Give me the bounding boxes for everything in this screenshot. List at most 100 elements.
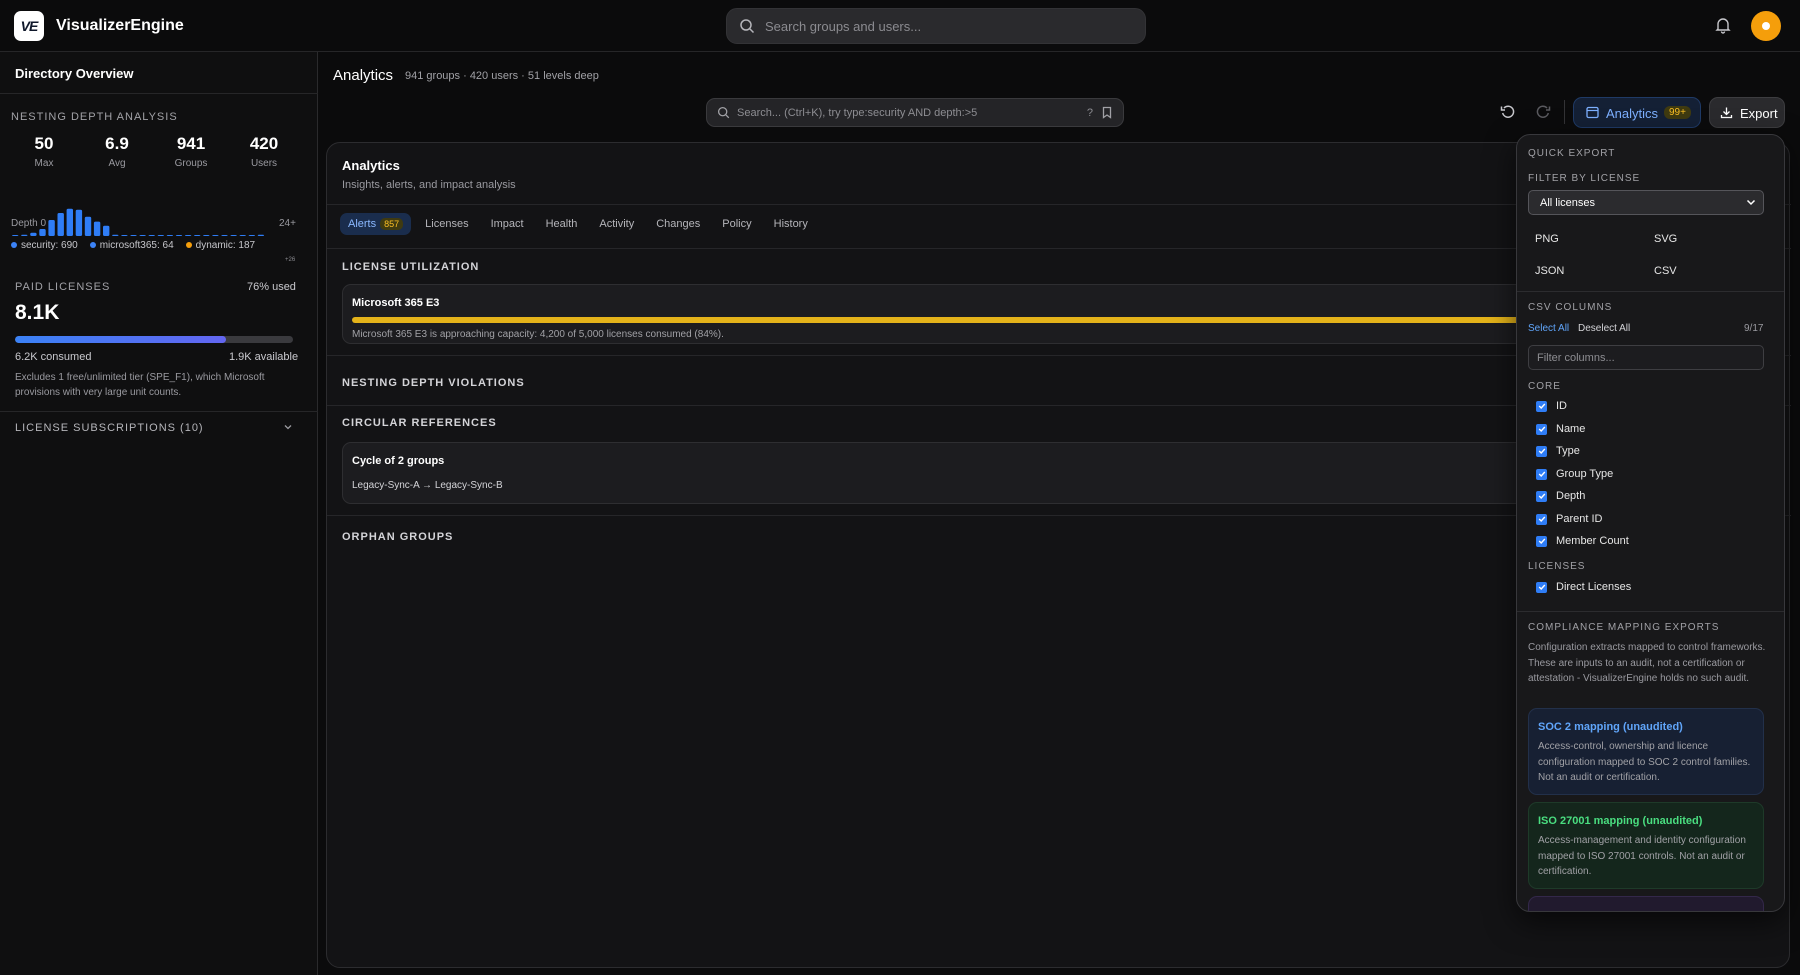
sidebar: Directory Overview NESTING DEPTH ANALYSI… <box>0 52 318 975</box>
checkbox[interactable] <box>1536 581 1547 593</box>
histogram-bar <box>103 225 110 236</box>
top-bar: VE VisualizerEngine Search groups and us… <box>0 0 1800 52</box>
tab-alerts[interactable]: Alerts 857 <box>340 213 412 235</box>
search-icon <box>739 18 755 37</box>
tab-changes[interactable]: Changes <box>648 213 708 235</box>
histogram-bar <box>66 208 73 236</box>
license-subscriptions-toggle[interactable]: LICENSE SUBSCRIPTIONS (10) <box>15 422 293 434</box>
circular-reference-card[interactable]: Cycle of 2 groups Legacy-Sync-A → Legacy… <box>342 442 1542 504</box>
checkbox-label: Group Type <box>1556 468 1614 480</box>
divider <box>0 93 318 94</box>
histogram-bar <box>39 228 46 236</box>
app-name: VisualizerEngine <box>56 17 184 34</box>
tab-label: Alerts <box>348 218 377 230</box>
tab-health[interactable]: Health <box>538 213 586 235</box>
column-checkbox-group-type[interactable]: Group Type <box>1536 468 1613 480</box>
legend-dot <box>11 242 17 249</box>
license-utilization-card[interactable]: Microsoft 365 E3 Microsoft 365 E3 is app… <box>342 284 1542 344</box>
export-svg-button[interactable]: SVG <box>1654 233 1677 245</box>
column-checkbox-direct-licenses[interactable]: Direct Licenses <box>1536 581 1631 593</box>
divider <box>1517 291 1784 292</box>
download-icon <box>1720 106 1733 122</box>
column-checkbox-id[interactable]: ID <box>1536 400 1567 412</box>
chevron-down-icon <box>283 422 293 435</box>
column-checkbox-depth[interactable]: Depth <box>1536 490 1585 502</box>
column-checkbox-parent-id[interactable]: Parent ID <box>1536 513 1602 525</box>
card-description: Microsoft 365 E3 is approaching capacity… <box>352 329 724 340</box>
divider <box>0 411 318 412</box>
checkbox[interactable] <box>1536 535 1547 547</box>
app-logo[interactable]: VE <box>14 11 44 41</box>
histogram-legend: security: 690 microsoft365: 64 dynamic: … <box>11 240 255 251</box>
checkbox[interactable] <box>1536 400 1547 412</box>
checkbox[interactable] <box>1536 513 1547 525</box>
tab-history[interactable]: History <box>766 213 816 235</box>
licenses-consumed: 6.2K consumed <box>15 351 92 363</box>
stat-label: Users <box>250 158 278 169</box>
checkbox-label: Member Count <box>1556 535 1629 547</box>
checkbox[interactable] <box>1536 468 1547 480</box>
tab-licenses[interactable]: Licenses <box>417 213 476 235</box>
column-checkbox-name[interactable]: Name <box>1536 423 1585 435</box>
checkbox[interactable] <box>1536 445 1547 457</box>
histogram-bar <box>148 235 155 236</box>
checkbox[interactable] <box>1536 490 1547 502</box>
user-avatar[interactable] <box>1751 11 1781 41</box>
redo-icon[interactable] <box>1535 104 1551 123</box>
histogram-bar <box>121 235 128 236</box>
query-search-input[interactable]: Search... (Ctrl+K), try type:security AN… <box>706 98 1124 127</box>
query-help-button[interactable]: ? <box>1087 107 1093 119</box>
iso27001-mapping-card[interactable]: ISO 27001 mapping (unaudited) Access-man… <box>1528 802 1764 889</box>
column-checkbox-member-count[interactable]: Member Count <box>1536 535 1629 547</box>
subscriptions-label: LICENSE SUBSCRIPTIONS (10) <box>15 422 204 434</box>
histogram-overflow-label: +26 <box>285 257 296 263</box>
export-json-button[interactable]: JSON <box>1535 265 1564 277</box>
soc2-mapping-card[interactable]: SOC 2 mapping (unaudited) Access-control… <box>1528 708 1764 795</box>
analytics-button[interactable]: Analytics 99+ <box>1573 97 1701 128</box>
stat-value: 6.9 <box>105 134 129 153</box>
histogram-bar <box>257 234 265 236</box>
alerts-badge: 857 <box>380 218 404 230</box>
checkbox[interactable] <box>1536 423 1547 435</box>
license-usage-bar <box>15 336 293 343</box>
stat-label: Avg <box>108 158 126 169</box>
deselect-all-link[interactable]: Deselect All <box>1578 323 1630 334</box>
checkbox-label: Type <box>1556 445 1580 457</box>
histogram-bar <box>239 235 246 236</box>
tab-policy[interactable]: Policy <box>714 213 759 235</box>
licenses-columns-label: LICENSES <box>1528 561 1586 572</box>
circular-references-heading: CIRCULAR REFERENCES <box>342 417 497 429</box>
filter-columns-placeholder: Filter columns... <box>1537 352 1615 364</box>
tab-impact[interactable]: Impact <box>483 213 532 235</box>
tab-activity[interactable]: Activity <box>591 213 642 235</box>
export-button[interactable]: Export <box>1709 97 1785 128</box>
global-search-input[interactable]: Search groups and users... <box>726 8 1146 44</box>
histogram-bar <box>84 216 92 236</box>
export-csv-button[interactable]: CSV <box>1654 265 1677 277</box>
histogram-bar <box>48 220 55 236</box>
filter-columns-input[interactable]: Filter columns... <box>1528 345 1764 370</box>
column-checkbox-type[interactable]: Type <box>1536 445 1580 457</box>
export-png-button[interactable]: PNG <box>1535 233 1559 245</box>
next-mapping-card[interactable] <box>1528 896 1764 911</box>
quick-export-label: QUICK EXPORT <box>1528 148 1616 159</box>
panel-subtitle: Insights, alerts, and impact analysis <box>342 179 516 191</box>
licenses-used-percent: 76% used <box>247 281 296 293</box>
bell-icon[interactable] <box>1714 16 1732 37</box>
legend-dot <box>185 242 192 249</box>
histogram-axis-end: 24+ <box>279 218 296 229</box>
checkbox-label: Depth <box>1556 490 1586 502</box>
undo-icon[interactable] <box>1500 104 1516 123</box>
license-filter-select[interactable]: All licenses <box>1528 190 1764 215</box>
stat-label: Max <box>34 158 54 169</box>
select-all-link[interactable]: Select All <box>1528 323 1569 334</box>
legend-item: microsoft365: 64 <box>89 240 174 251</box>
compliance-description: Configuration extracts mapped to control… <box>1528 642 1766 684</box>
licenses-note: Excludes 1 free/unlimited tier (SPE_F1),… <box>15 372 265 398</box>
query-placeholder: Search... (Ctrl+K), try type:security AN… <box>737 107 978 119</box>
bookmark-icon[interactable] <box>1101 106 1113 122</box>
histogram-bar <box>157 235 164 236</box>
analytics-badge: 99+ <box>1664 106 1691 119</box>
search-placeholder: Search groups and users... <box>765 19 922 34</box>
card-title: Microsoft 365 E3 <box>352 297 440 309</box>
